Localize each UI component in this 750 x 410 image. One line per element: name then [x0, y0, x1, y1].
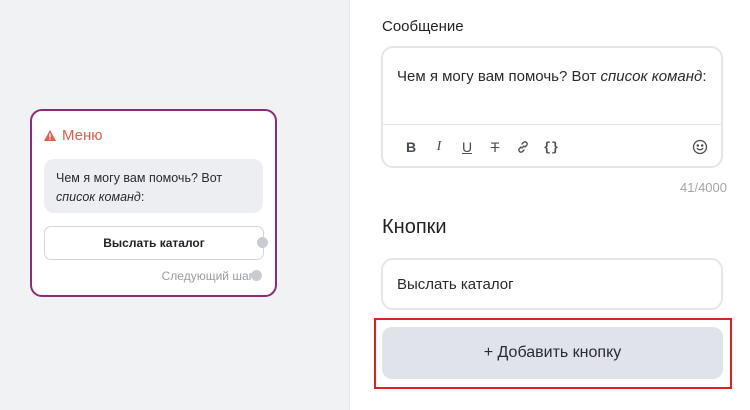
format-toolbar: B I U T {} — [397, 136, 565, 158]
message-input[interactable]: Чем я могу вам помочь? Вот список команд… — [397, 64, 707, 89]
node-message-tail: : — [140, 190, 145, 204]
underline-icon[interactable]: U — [453, 136, 481, 158]
message-editor[interactable]: Чем я могу вам помочь? Вот список команд… — [381, 46, 723, 168]
buttons-section-label: Кнопки — [382, 216, 447, 238]
italic-icon[interactable]: I — [425, 136, 453, 158]
node-message-text: Чем я могу вам помочь? Вот — [56, 171, 223, 185]
message-tail: : — [702, 68, 707, 85]
menu-node[interactable]: Меню Чем я могу вам помочь? Вот список к… — [30, 109, 277, 297]
message-text: Чем я могу вам помочь? Вот — [397, 68, 601, 85]
node-header: Меню — [44, 127, 103, 144]
settings-panel: Сообщение Чем я могу вам помочь? Вот спи… — [350, 0, 750, 410]
node-title: Меню — [62, 127, 103, 144]
warning-icon — [44, 130, 56, 141]
node-catalog-button[interactable]: Выслать каталог — [44, 226, 264, 260]
next-step-label: Следующий шаг — [161, 269, 253, 283]
flow-canvas[interactable]: Меню Чем я могу вам помочь? Вот список к… — [0, 0, 350, 410]
node-message-preview: Чем я могу вам помочь? Вот список команд… — [44, 159, 263, 213]
character-counter: 41/4000 — [680, 180, 727, 195]
message-label: Сообщение — [382, 18, 464, 35]
code-icon[interactable]: {} — [537, 136, 565, 158]
button-label-field[interactable]: Выслать каталог — [381, 258, 723, 310]
add-button-button[interactable]: + Добавить кнопку — [382, 327, 723, 379]
bold-icon[interactable]: B — [397, 136, 425, 158]
emoji-icon[interactable] — [691, 136, 709, 158]
button-output-port[interactable] — [257, 237, 268, 248]
next-step-port[interactable] — [251, 270, 262, 281]
message-italic-text: список команд — [600, 68, 703, 85]
editor-divider — [383, 124, 721, 125]
link-icon[interactable] — [509, 136, 537, 158]
node-message-italic: список команд — [56, 190, 141, 204]
strikethrough-icon[interactable]: T — [481, 136, 509, 158]
